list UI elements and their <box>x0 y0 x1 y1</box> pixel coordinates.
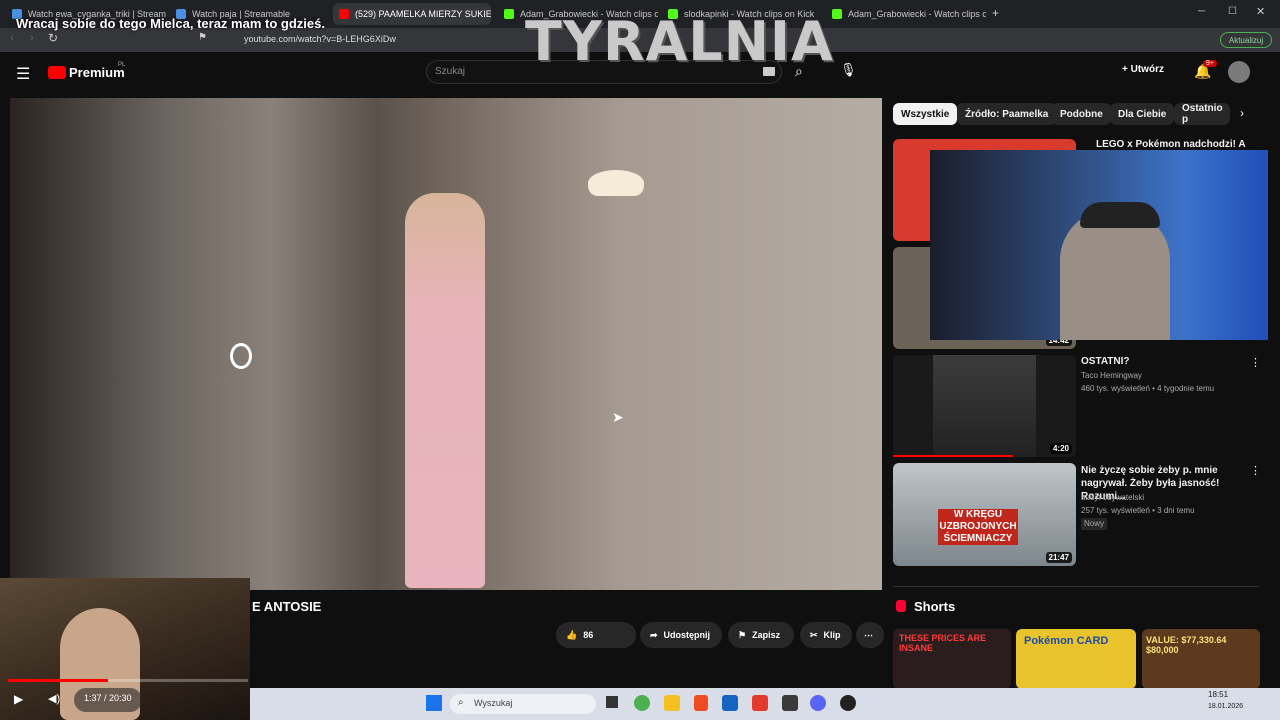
chevron-right-icon[interactable]: › <box>1240 106 1244 120</box>
thumb-up-icon: 👍 <box>566 629 578 640</box>
minimize-icon[interactable]: ─ <box>1198 6 1205 17</box>
tab-6[interactable]: Adam_Grabowiecki - Watch clips on <box>826 3 986 25</box>
reload-icon[interactable]: ↻ <box>48 31 58 45</box>
filter-similar[interactable]: Podobne <box>1052 103 1111 125</box>
url-text[interactable]: youtube.com/watch?v=B-LEHG6XiDw <box>244 34 396 44</box>
mouse-cursor-icon: ➤ <box>612 409 624 425</box>
share-button[interactable]: ➦ Udostępnij <box>640 622 722 648</box>
discord-icon[interactable] <box>810 695 826 711</box>
related-title-3[interactable]: OSTATNI? <box>1081 355 1130 368</box>
watched-progress <box>893 455 1013 457</box>
tab-youtube[interactable]: (529) PAAMELKA MIERZY SUKIE✕ <box>333 3 491 25</box>
more-actions-button[interactable]: ⋯ <box>856 622 884 648</box>
play-icon[interactable]: ▶ <box>14 692 23 706</box>
file-explorer-icon[interactable] <box>664 695 680 711</box>
video-subject <box>405 193 485 588</box>
back-icon[interactable]: ‹ <box>10 32 14 44</box>
obs-icon[interactable] <box>840 695 856 711</box>
filter-all[interactable]: Wszystkie <box>893 103 958 125</box>
update-button[interactable]: Aktualizuj <box>1220 32 1272 48</box>
clock-time: 18:51 <box>1208 690 1229 699</box>
short-1[interactable]: THESE PRICES ARE INSANE <box>893 629 1011 689</box>
kick-icon <box>504 9 514 19</box>
related-thumb-3[interactable]: 4:20 <box>893 355 1076 457</box>
related-meta-3: 460 tys. wyświetleń • 4 tygodnie temu <box>1081 384 1215 393</box>
mic-icon[interactable]: 🎙 <box>840 62 857 78</box>
search-icon: ⌕ <box>458 697 464 708</box>
shorts-heading: Shorts <box>914 599 956 614</box>
stream-caption: Wracaj sobie do tego Mielca, teraz mam t… <box>16 16 325 31</box>
video-player[interactable]: ➤ <box>10 98 882 590</box>
create-button[interactable]: + Utwórz <box>1122 64 1164 75</box>
related-channel-4[interactable]: audyt obywatelski <box>1081 492 1144 504</box>
menu-icon[interactable]: ☰ <box>16 64 30 84</box>
taskbar-search[interactable]: ⌕ Wyszukaj <box>450 694 596 714</box>
more-options-icon[interactable]: ⋮ <box>1250 464 1261 477</box>
related-channel-3[interactable]: Taco Hemingway <box>1081 370 1142 382</box>
filter-recent[interactable]: Ostatnio p <box>1174 103 1230 125</box>
brave-active-icon[interactable] <box>752 695 768 711</box>
close-window-icon[interactable]: ✕ <box>1256 5 1265 18</box>
clock-date: 18.01.2026 <box>1208 703 1244 710</box>
overlay-circle <box>230 343 252 369</box>
short-2[interactable]: Pokémon CARD <box>1016 629 1136 689</box>
search-input[interactable]: Szukaj <box>435 66 465 77</box>
save-button[interactable]: ⚑ Zapisz <box>728 622 794 648</box>
seek-bar[interactable] <box>8 679 248 682</box>
watermark-logo: TYRALNIA <box>525 10 834 73</box>
scissors-icon: ✂ <box>810 629 818 640</box>
store-icon[interactable] <box>722 695 738 711</box>
windows-taskbar: ⌕ Wyszukaj 18:51 18.01.2026 <box>250 688 1280 720</box>
yt-region: PL <box>118 62 126 68</box>
brave-icon[interactable] <box>694 695 708 711</box>
short-3[interactable]: VALUE: $77,330.64 $80,000 <box>1142 629 1260 689</box>
youtube-icon <box>339 9 349 19</box>
new-badge: Nowy <box>1081 518 1108 530</box>
volume-icon[interactable]: ◀) <box>48 692 60 705</box>
copilot-icon[interactable] <box>634 695 650 711</box>
shorts-icon <box>896 600 906 612</box>
app-icon[interactable] <box>782 695 798 711</box>
filter-for-you[interactable]: Dla Ciebie <box>1110 103 1175 125</box>
facecam-streamer <box>930 150 1268 340</box>
video-title: E ANTOSIE <box>252 599 322 614</box>
more-options-icon[interactable]: ⋮ <box>1250 356 1261 369</box>
yt-logo-text: Premium <box>69 65 125 80</box>
maximize-icon[interactable]: ☐ <box>1228 6 1237 17</box>
filter-source[interactable]: Źródło: Paamelka <box>957 103 1057 125</box>
lamp <box>588 170 644 196</box>
windows-start-icon[interactable] <box>426 695 442 711</box>
task-view-icon[interactable] <box>606 696 618 708</box>
bookmark-icon[interactable]: ⚑ <box>198 32 207 43</box>
related-meta-4: 257 tys. wyświetleń • 3 dni temu <box>1081 506 1195 515</box>
share-icon: ➦ <box>650 629 658 640</box>
notification-badge: 9+ <box>1203 60 1217 67</box>
youtube-logo-icon[interactable] <box>48 66 66 79</box>
avatar[interactable] <box>1228 61 1250 83</box>
new-tab-icon[interactable]: + <box>992 6 999 20</box>
bookmark-icon: ⚑ <box>738 629 747 640</box>
clip-button[interactable]: ✂ Klip <box>800 622 852 648</box>
video-time: 1:37 / 20:30 <box>74 688 142 712</box>
related-thumb-4[interactable]: W KRĘGU UZBROJONYCH ŚCIEMNIACZY 21:47 <box>893 463 1076 566</box>
like-button[interactable]: 👍 86 <box>556 622 636 648</box>
forward-icon[interactable]: › <box>30 32 34 44</box>
